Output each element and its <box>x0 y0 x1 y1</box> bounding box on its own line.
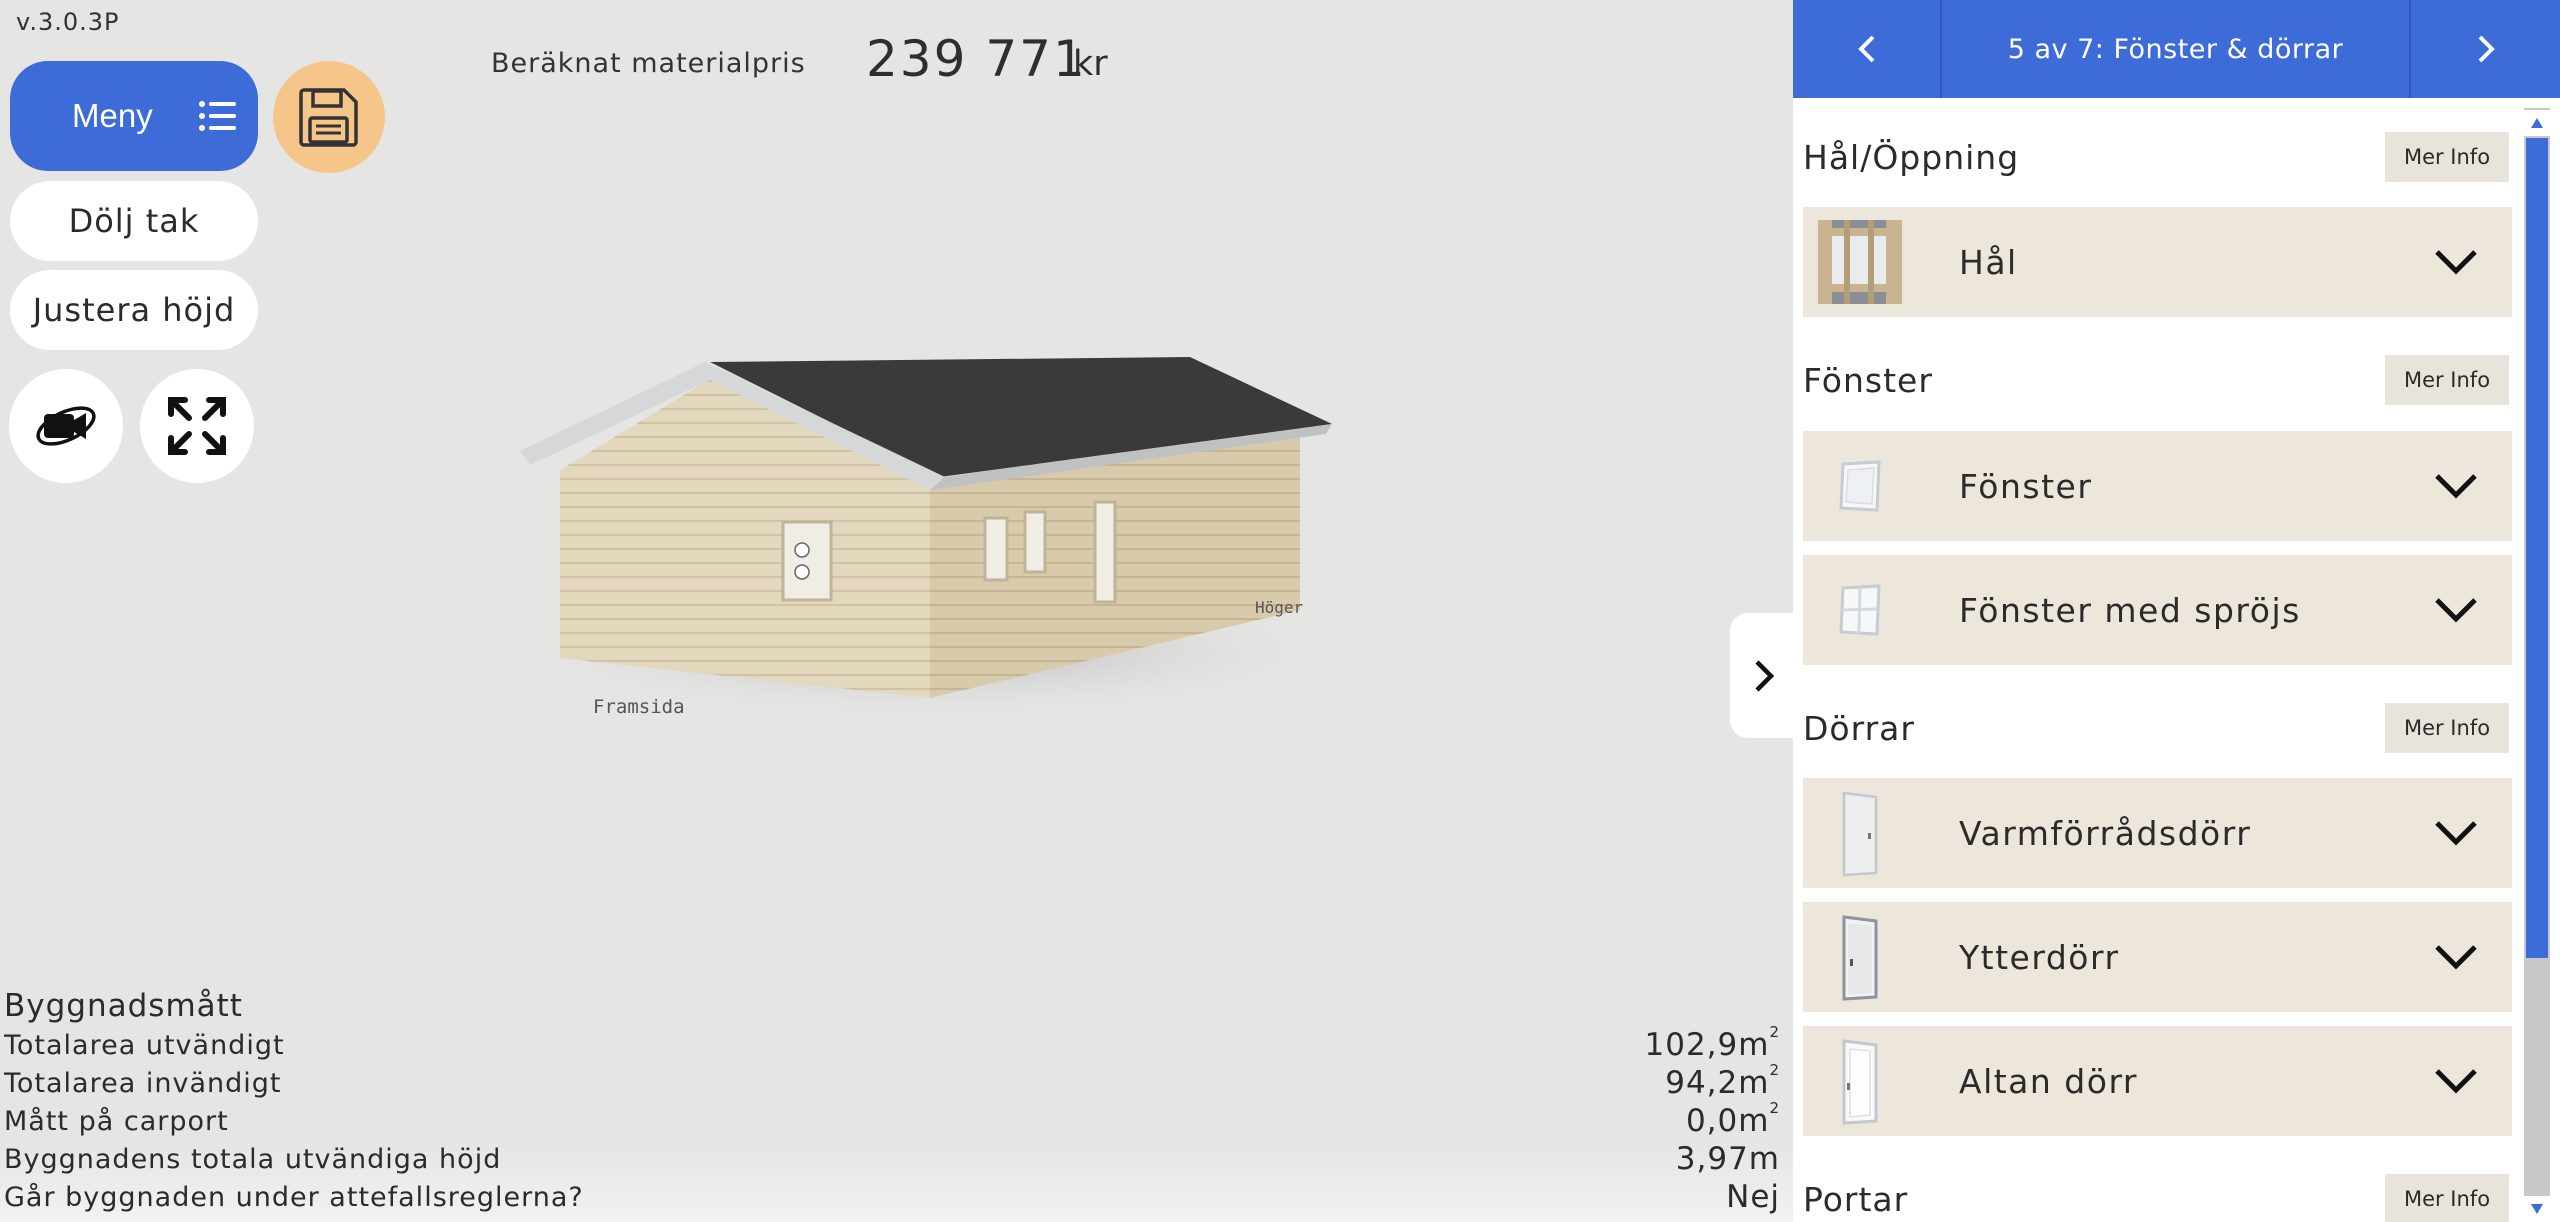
building-dimensions: Byggnadsmått Totalarea utvändigt 102,9m2… <box>4 988 1780 1216</box>
product-name: Hål <box>1959 242 2018 282</box>
chevron-right-icon <box>1755 659 1775 692</box>
product-name: Altan dörr <box>1959 1061 2139 1101</box>
product-item[interactable]: Fönster med spröjs <box>1803 555 2512 665</box>
chevron-down-icon <box>2435 945 2477 970</box>
window-thumbnail-icon <box>1815 440 1905 532</box>
product-name: Fönster <box>1959 466 2093 506</box>
dimension-value: 3,97m <box>1675 1141 1780 1177</box>
exterior-door-thumbnail-icon <box>1815 911 1905 1003</box>
hide-roof-button[interactable]: Dölj tak <box>10 181 258 261</box>
section-title: Hål/Öppning <box>1803 137 2020 177</box>
scroll-down-arrow-icon[interactable] <box>2524 1196 2550 1222</box>
dimension-row: Totalarea invändigt 94,2m2 <box>4 1061 1780 1102</box>
step-navigation: 5 av 7: Fönster & dörrar <box>1793 0 2560 98</box>
list-icon <box>199 101 236 131</box>
product-item[interactable]: Ytterdörr <box>1803 902 2512 1012</box>
section-title: Portar <box>1803 1179 1909 1219</box>
save-button[interactable] <box>273 61 385 173</box>
chevron-down-icon <box>2435 250 2477 275</box>
product-name: Varmförrådsdörr <box>1959 813 2252 853</box>
section-header: Dörrar Mer Info <box>1803 702 2509 754</box>
more-info-button[interactable]: Mer Info <box>2385 355 2509 405</box>
dimension-row: Byggnadens totala utvändiga höjd 3,97m <box>4 1140 1780 1178</box>
dimension-value: 94,2m2 <box>1665 1061 1780 1101</box>
dimension-value: 102,9m2 <box>1644 1023 1780 1063</box>
collapse-panel-button[interactable] <box>1730 613 1798 738</box>
panel-scrollbar[interactable] <box>2524 108 2550 1222</box>
chevron-right-icon <box>2478 35 2495 63</box>
chevron-down-icon <box>2435 598 2477 623</box>
chevron-down-icon <box>2435 821 2477 846</box>
menu-button[interactable]: Meny <box>10 61 258 171</box>
more-info-button[interactable]: Mer Info <box>2385 703 2509 753</box>
more-info-button[interactable]: Mer Info <box>2385 132 2509 182</box>
dimension-row: Går byggnaden under attefallsreglerna? N… <box>4 1178 1780 1216</box>
chevron-left-icon <box>1857 35 1874 63</box>
dimension-label: Totalarea invändigt <box>4 1067 282 1099</box>
section-header: Fönster Mer Info <box>1803 354 2509 406</box>
next-step-button[interactable] <box>2411 0 2560 98</box>
menu-label: Meny <box>72 97 153 134</box>
step-title: 5 av 7: Fönster & dörrar <box>1942 0 2411 98</box>
section-header: Hål/Öppning Mer Info <box>1803 131 2509 183</box>
dimension-label: Går byggnaden under attefallsreglerna? <box>4 1181 584 1213</box>
product-name: Ytterdörr <box>1959 937 2120 977</box>
side-window-2 <box>1023 510 1047 574</box>
price-value: 239 771 <box>866 30 1087 88</box>
price-label: Beräknat materialpris <box>491 48 806 79</box>
fullscreen-icon <box>168 397 226 455</box>
storage-door-thumbnail-icon <box>1815 787 1905 879</box>
house-3d-model <box>500 357 1360 720</box>
product-item[interactable]: Varmförrådsdörr <box>1803 778 2512 888</box>
product-item[interactable]: Fönster <box>1803 431 2512 541</box>
previous-step-button[interactable] <box>1793 0 1942 98</box>
hole-thumbnail-icon <box>1815 216 1905 308</box>
camera-rotate-button[interactable] <box>9 369 123 483</box>
more-info-button[interactable]: Mer Info <box>2385 1174 2509 1222</box>
section-title: Fönster <box>1803 360 1933 400</box>
right-side-label: Höger <box>1255 598 1304 617</box>
dimension-label: Mått på carport <box>4 1105 229 1137</box>
options-panel: 5 av 7: Fönster & dörrar Hål/Öppning Mer… <box>1793 0 2560 1222</box>
mullion-window-thumbnail-icon <box>1815 564 1905 656</box>
front-window <box>781 520 833 602</box>
floppy-disk-icon <box>299 88 358 147</box>
patio-door-thumbnail-icon <box>1815 1035 1905 1127</box>
chevron-down-icon <box>2435 474 2477 499</box>
scrollbar-thumb[interactable] <box>2526 138 2548 958</box>
adjust-height-button[interactable]: Justera höjd <box>10 270 258 350</box>
section-title: Dörrar <box>1803 708 1915 748</box>
side-window-1 <box>983 516 1009 582</box>
product-item[interactable]: Hål <box>1803 207 2512 317</box>
section-header: Portar Mer Info <box>1803 1173 2509 1222</box>
dimension-value: 0,0m2 <box>1685 1099 1780 1139</box>
dimension-row: Mått på carport 0,0m2 <box>4 1099 1780 1140</box>
chevron-down-icon <box>2435 1069 2477 1094</box>
scroll-up-arrow-icon[interactable] <box>2524 110 2550 136</box>
side-door <box>1093 500 1117 604</box>
dimension-label: Byggnadens totala utvändiga höjd <box>4 1143 502 1175</box>
dimension-value: Nej <box>1726 1179 1780 1215</box>
dimensions-title: Byggnadsmått <box>4 988 243 1024</box>
product-name: Fönster med spröjs <box>1959 590 2301 630</box>
camera-rotate-icon <box>36 406 96 446</box>
front-side-label: Framsida <box>593 696 685 718</box>
dimension-row: Totalarea utvändigt 102,9m2 <box>4 1023 1780 1064</box>
3d-viewport[interactable]: v.3.0.3P Meny Dölj tak Justera höjd Berä… <box>0 0 1793 1222</box>
app-version: v.3.0.3P <box>16 8 120 36</box>
product-item[interactable]: Altan dörr <box>1803 1026 2512 1136</box>
dimension-label: Totalarea utvändigt <box>4 1029 285 1061</box>
price-unit: kr <box>1073 44 1108 84</box>
fullscreen-button[interactable] <box>140 369 254 483</box>
